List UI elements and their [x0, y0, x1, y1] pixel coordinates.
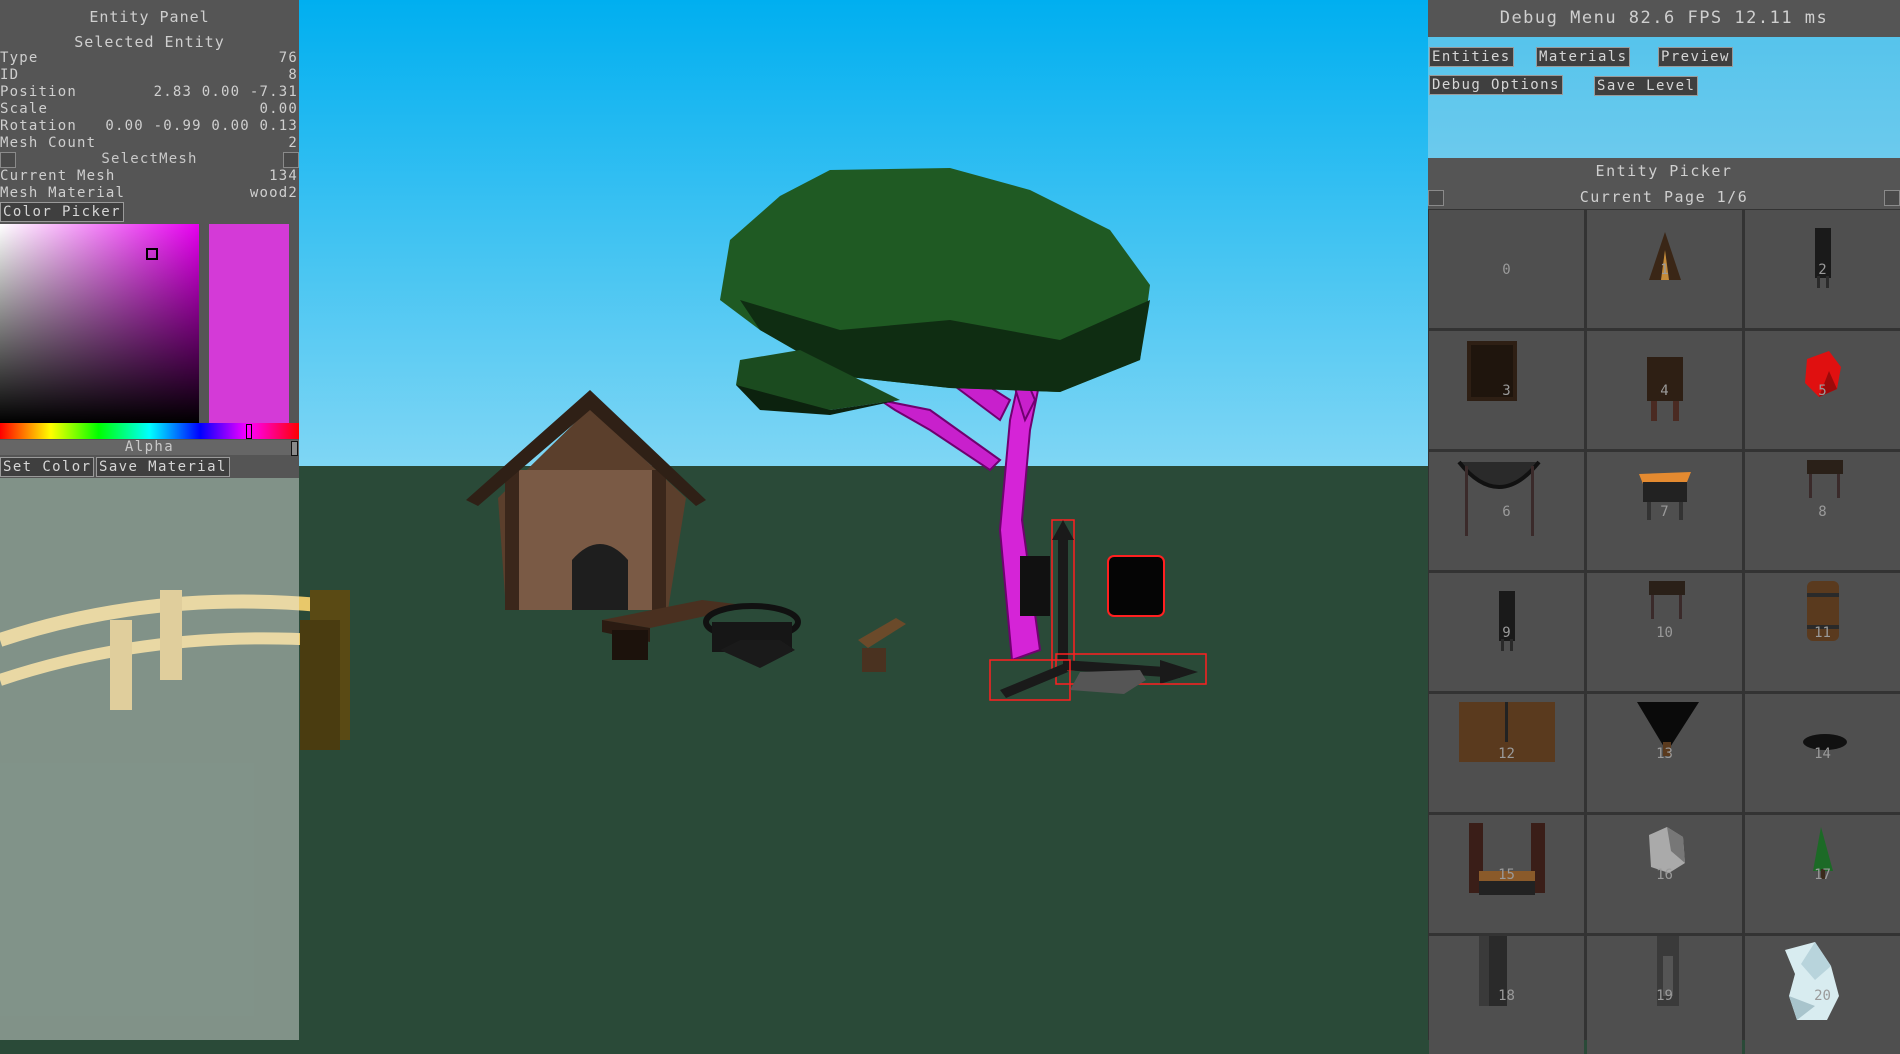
row-value: 76	[278, 50, 298, 66]
row-value: 8	[288, 67, 298, 83]
entity-picker-cell[interactable]: 20	[1745, 936, 1900, 1054]
hue-slider-handle[interactable]	[246, 424, 252, 439]
alpha-label: Alpha	[124, 439, 175, 455]
debug-panel: Debug Menu 82.6 FPS 12.11 ms Entities Ma…	[1428, 0, 1900, 1054]
entity-picker-cell-number: 10	[1656, 625, 1673, 641]
entity-picker-cell[interactable]: 2	[1745, 210, 1900, 328]
debug-menu-title: Debug Menu 82.6 FPS 12.11 ms	[1428, 0, 1900, 37]
entity-id-row: ID 8	[0, 67, 299, 84]
row-label: Rotation	[0, 118, 78, 134]
entity-picker-cell[interactable]: 3	[1429, 331, 1584, 449]
entity-picker-cell[interactable]: 6	[1429, 452, 1584, 570]
entity-mesh-count-row: Mesh Count 2	[0, 135, 299, 152]
save-material-button[interactable]: Save Material	[96, 457, 230, 477]
row-value: 0.00 -0.99 0.00 0.13	[105, 118, 298, 134]
entity-picker-cell-number: 16	[1656, 867, 1673, 883]
next-page-button[interactable]	[1884, 190, 1900, 206]
entity-panel: Entity Panel Selected Entity Type 76 ID …	[0, 0, 299, 1040]
entity-picker-cell-number: 9	[1502, 625, 1511, 641]
entity-type-row: Type 76	[0, 50, 299, 67]
row-label: Type	[0, 50, 39, 66]
entity-picker-cell-number: 13	[1656, 746, 1673, 762]
entity-picker-cell[interactable]: 15	[1429, 815, 1584, 933]
preview-button[interactable]: Preview	[1658, 47, 1733, 67]
entity-picker-cell[interactable]: 10	[1587, 573, 1742, 691]
save-level-button[interactable]: Save Level	[1594, 76, 1699, 96]
entity-picker-cell[interactable]: 18	[1429, 936, 1584, 1054]
entity-picker-cell[interactable]: 9	[1429, 573, 1584, 691]
entity-picker-cell-number: 18	[1498, 988, 1515, 1004]
row-value: 0.00	[259, 101, 298, 117]
entity-picker-cell[interactable]: 17	[1745, 815, 1900, 933]
entity-picker-grid: 0 1 2 3 4 5 6 7 8 9 10 11 12 13 14 15 16 17 18 19 20	[1428, 209, 1900, 1054]
row-label: Mesh Count	[0, 135, 97, 151]
color-picker-button[interactable]: Color Picker	[0, 202, 124, 222]
row-label: ID	[0, 67, 20, 83]
row-value: 134	[269, 168, 298, 184]
entity-picker-cell-number: 17	[1814, 867, 1831, 883]
row-label: Scale	[0, 101, 49, 117]
alpha-slider[interactable]: Alpha	[0, 440, 299, 455]
current-mesh-row: Current Mesh 134	[0, 168, 299, 185]
entities-button[interactable]: Entities	[1429, 47, 1514, 67]
color-picker-cursor[interactable]	[146, 248, 158, 260]
row-value: 2	[288, 135, 298, 151]
mesh-material-row: Mesh Material wood2	[0, 185, 299, 202]
debug-options-button[interactable]: Debug Options	[1429, 75, 1563, 95]
entity-picker-cell-number: 19	[1656, 988, 1673, 1004]
entity-picker-cell-number: 5	[1818, 383, 1827, 399]
set-color-button[interactable]: Set Color	[0, 457, 95, 477]
entity-picker-cell-number: 7	[1660, 504, 1669, 520]
entity-picker-cell-number: 0	[1502, 262, 1511, 278]
entity-picker-cell-number: 6	[1502, 504, 1511, 520]
entity-picker-cell-number: 11	[1814, 625, 1831, 641]
entity-picker-cell[interactable]: 16	[1587, 815, 1742, 933]
entity-picker-page: Current Page 1/6	[1579, 188, 1749, 206]
entity-picker-cell-number: 8	[1818, 504, 1827, 520]
entity-picker-cell[interactable]: 8	[1745, 452, 1900, 570]
saturation-value-picker[interactable]	[0, 224, 199, 423]
entity-rotation-row: Rotation 0.00 -0.99 0.00 0.13	[0, 118, 299, 135]
entity-picker-cell[interactable]: 13	[1587, 694, 1742, 812]
entity-picker-cell-number: 15	[1498, 867, 1515, 883]
entity-position-row: Position 2.83 0.00 -7.31	[0, 84, 299, 101]
materials-button[interactable]: Materials	[1536, 47, 1631, 67]
row-value: 2.83 0.00 -7.31	[153, 84, 298, 100]
entity-panel-title: Entity Panel	[89, 8, 210, 26]
entity-picker-cell-number: 1	[1660, 262, 1669, 278]
entity-picker-cell-number: 3	[1502, 383, 1511, 399]
entity-picker-cell-number: 14	[1814, 746, 1831, 762]
entity-picker-cell-number: 20	[1814, 988, 1831, 1004]
entity-panel-body: Entity Panel Selected Entity Type 76 ID …	[0, 0, 299, 478]
entity-picker-cell[interactable]: 12	[1429, 694, 1584, 812]
entity-picker-cell[interactable]: 1	[1587, 210, 1742, 328]
entity-picker-cell[interactable]: 4	[1587, 331, 1742, 449]
selected-entity-heading: Selected Entity	[74, 33, 225, 51]
row-label: Current Mesh	[0, 168, 116, 184]
entity-picker-header: Entity Picker Current Page 1/6	[1428, 158, 1900, 209]
entity-picker-title: Entity Picker	[1595, 162, 1733, 180]
select-mesh-control: SelectMesh	[0, 151, 299, 168]
entity-picker-cell[interactable]: 5	[1745, 331, 1900, 449]
selected-color-swatch	[209, 224, 289, 423]
entity-picker-cell[interactable]: 0	[1429, 210, 1584, 328]
entity-picker-cell[interactable]: 7	[1587, 452, 1742, 570]
debug-menu-toolbar: Entities Materials Preview Debug Options…	[1428, 37, 1900, 158]
row-label: Mesh Material	[0, 185, 126, 201]
row-label: Position	[0, 84, 78, 100]
entity-picker-cell-number: 12	[1498, 746, 1515, 762]
select-mesh-label: SelectMesh	[101, 151, 198, 167]
entity-picker-cell-number: 2	[1818, 262, 1827, 278]
alpha-slider-handle[interactable]	[291, 441, 298, 456]
entity-picker-cell[interactable]: 19	[1587, 936, 1742, 1054]
entity-scale-row: Scale 0.00	[0, 101, 299, 118]
entity-picker-cell-number: 4	[1660, 383, 1669, 399]
entity-picker-cell[interactable]: 11	[1745, 573, 1900, 691]
row-value: wood2	[249, 185, 298, 201]
next-mesh-button[interactable]	[283, 152, 299, 168]
hue-slider[interactable]	[0, 423, 299, 439]
entity-picker-cell[interactable]: 14	[1745, 694, 1900, 812]
